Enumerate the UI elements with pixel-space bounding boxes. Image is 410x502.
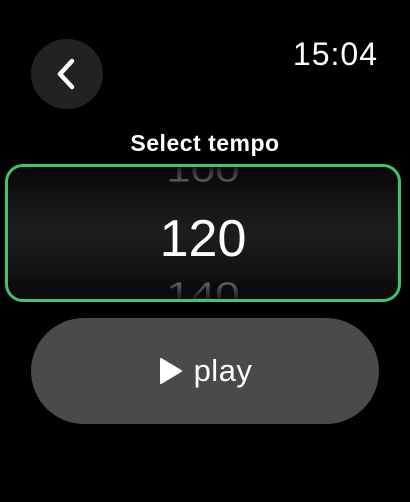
status-time: 15:04 — [292, 36, 378, 72]
play-button[interactable]: play — [31, 318, 379, 424]
picker-next-value[interactable]: 140 — [8, 278, 398, 299]
play-icon — [158, 357, 184, 385]
chevron-left-icon — [55, 57, 79, 91]
back-button[interactable] — [31, 39, 103, 109]
picker-previous-value[interactable]: 100 — [8, 167, 398, 188]
tempo-picker[interactable]: 100 120 140 — [5, 164, 401, 302]
picker-title: Select tempo — [130, 130, 280, 156]
play-label: play — [193, 353, 253, 388]
picker-current-value[interactable]: 120 — [8, 213, 398, 265]
